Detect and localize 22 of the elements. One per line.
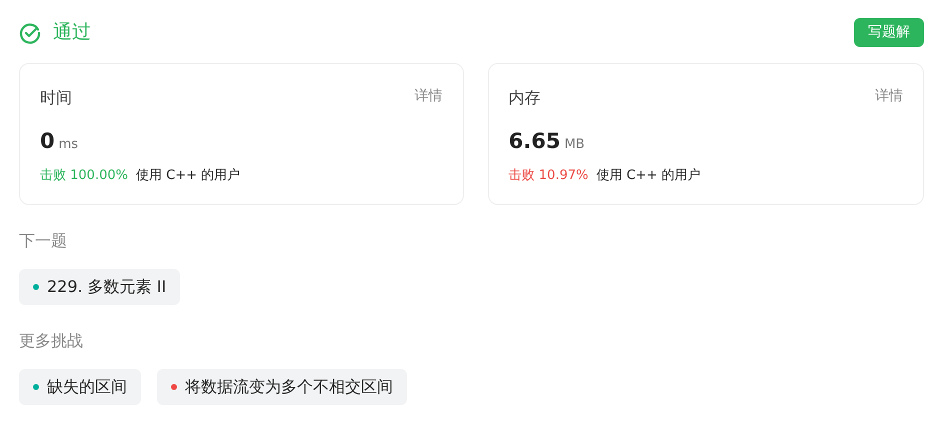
check-circle-icon bbox=[19, 22, 41, 44]
problem-title: 229. 多数元素 II bbox=[47, 276, 166, 298]
stat-title: 时间 bbox=[40, 87, 72, 109]
stat-unit: ms bbox=[58, 136, 78, 154]
beat-percentage: 击败 100.00% bbox=[40, 166, 128, 184]
details-link[interactable]: 详情 bbox=[875, 86, 903, 110]
problem-chip[interactable]: 将数据流变为多个不相交区间 bbox=[157, 369, 407, 405]
problem-title: 缺失的区间 bbox=[47, 376, 127, 398]
beat-percentage: 击败 10.97% bbox=[508, 166, 588, 184]
problem-title: 将数据流变为多个不相交区间 bbox=[185, 376, 393, 398]
beat-description: 使用 C++ 的用户 bbox=[136, 166, 240, 184]
stat-value: 0 bbox=[40, 128, 55, 155]
stat-unit: MB bbox=[564, 136, 585, 154]
stat-value: 6.65 bbox=[508, 128, 560, 155]
problem-chip[interactable]: 缺失的区间 bbox=[19, 369, 141, 405]
stat-title: 内存 bbox=[508, 87, 541, 109]
status-label: 通过 bbox=[53, 20, 91, 46]
section-heading: 下一题 bbox=[19, 230, 68, 252]
beat-description: 使用 C++ 的用户 bbox=[596, 166, 700, 184]
section-heading: 更多挑战 bbox=[19, 330, 84, 352]
problem-chip[interactable]: 229. 多数元素 II bbox=[19, 269, 180, 305]
details-link[interactable]: 详情 bbox=[414, 86, 443, 110]
